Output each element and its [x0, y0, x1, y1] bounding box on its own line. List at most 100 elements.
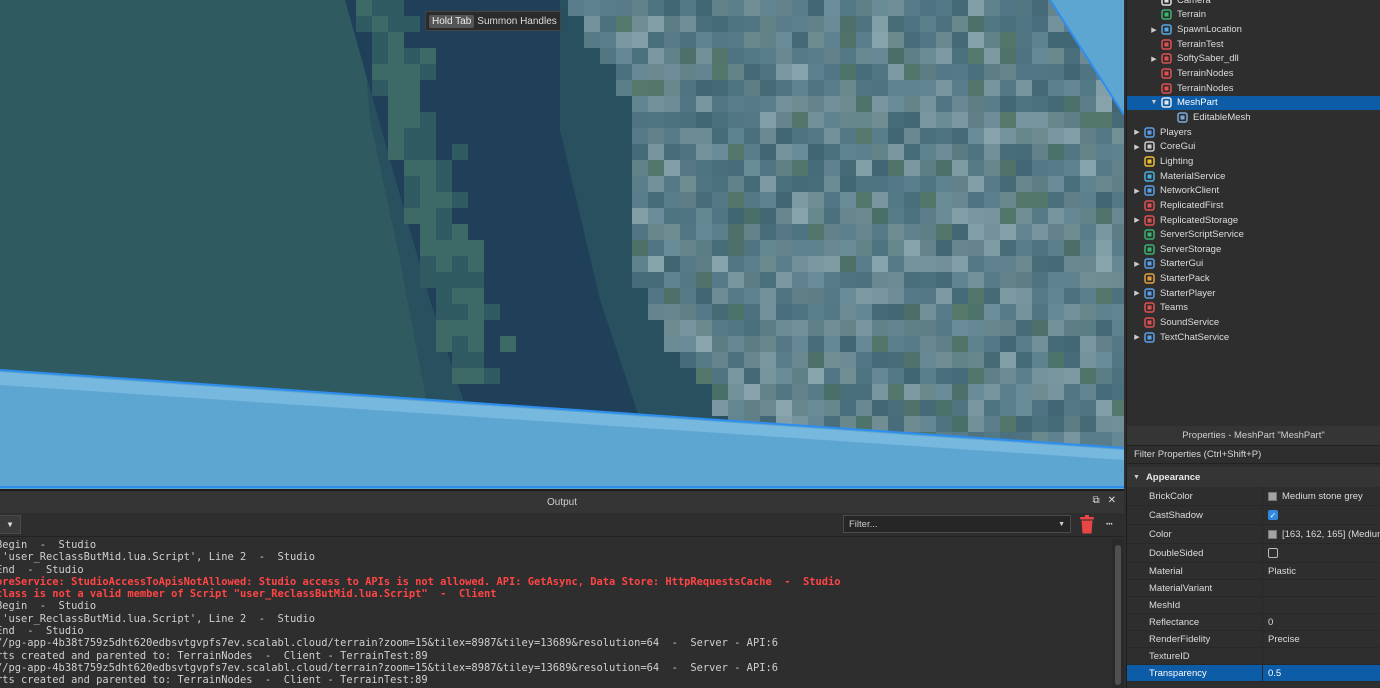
property-name: MeshId: [1127, 597, 1263, 613]
explorer-item-soundservice[interactable]: SoundService: [1127, 315, 1380, 330]
property-value[interactable]: [1263, 544, 1380, 562]
chevron-down-icon[interactable]: ▼: [1133, 474, 1140, 481]
property-value[interactable]: [163, 162, 165] (Medium: [1263, 525, 1380, 543]
explorer-item-spawnlocation[interactable]: ▶ SpawnLocation: [1127, 22, 1380, 37]
explorer-item-label: TerrainNodes: [1177, 82, 1234, 94]
server-script-service-icon: [1144, 229, 1155, 240]
explorer-item-replicatedstorage[interactable]: ▶ ReplicatedStorage: [1127, 213, 1380, 228]
chevron-right-icon[interactable]: ▶: [1132, 143, 1142, 151]
log-line[interactable]: End - Studio: [0, 564, 1110, 576]
error-log-line[interactable]: class is not a valid member of Script "u…: [0, 588, 1110, 600]
module-script-icon: [1161, 53, 1172, 65]
explorer-item-terrain[interactable]: Terrain: [1127, 8, 1380, 23]
explorer-item-teams[interactable]: Teams: [1127, 301, 1380, 316]
explorer-item-coregui[interactable]: ▶ CoreGui: [1127, 140, 1380, 155]
property-row-brickcolor[interactable]: BrickColor Medium stone grey: [1127, 487, 1380, 506]
explorer-item-textchatservice[interactable]: ▶ TextChatService: [1127, 330, 1380, 345]
output-title: Output: [546, 496, 578, 508]
explorer-item-label: TerrainNodes: [1177, 68, 1234, 80]
explorer-item-editablemesh[interactable]: EditableMesh: [1127, 110, 1380, 125]
error-log-line[interactable]: oreService: StudioAccessToApisNotAllowed…: [0, 576, 1110, 588]
property-name: BrickColor: [1127, 487, 1263, 505]
log-line[interactable]: Begin - Studio: [0, 539, 1110, 551]
players-icon: [1144, 126, 1155, 138]
property-value[interactable]: 0: [1263, 614, 1380, 630]
property-row-material[interactable]: Material Plastic: [1127, 563, 1380, 580]
explorer-item-materialservice[interactable]: MaterialService: [1127, 169, 1380, 184]
explorer-item-label: ServerStorage: [1160, 243, 1222, 255]
chevron-right-icon[interactable]: ▶: [1149, 55, 1159, 63]
log-line[interactable]: //pg-app-4b38t759z5dht620edbsvtgvpfs7ev.…: [0, 662, 1110, 674]
clear-output-trash-icon[interactable]: [1079, 515, 1095, 534]
explorer-item-starterpack[interactable]: StarterPack: [1127, 271, 1380, 286]
checkbox[interactable]: ✓: [1268, 510, 1278, 520]
log-line[interactable]: rts created and parented to: TerrainNode…: [0, 674, 1110, 686]
property-value[interactable]: Precise: [1263, 631, 1380, 647]
property-row-textureid[interactable]: TextureID: [1127, 648, 1380, 665]
log-line[interactable]: rts created and parented to: TerrainNode…: [0, 650, 1110, 662]
scrollbar-thumb[interactable]: [1115, 545, 1121, 685]
color-swatch[interactable]: [1268, 491, 1277, 501]
log-line[interactable]: 'user_ReclassButMid.lua.Script', Line 2 …: [0, 551, 1110, 563]
chevron-right-icon[interactable]: ▶: [1132, 187, 1142, 195]
chevron-right-icon[interactable]: ▶: [1132, 260, 1142, 268]
properties-filter-input[interactable]: Filter Properties (Ctrl+Shift+P): [1127, 446, 1380, 464]
explorer-item-label: ServerScriptService: [1160, 229, 1244, 241]
checkbox[interactable]: [1268, 548, 1278, 558]
explorer-item-networkclient[interactable]: ▶ NetworkClient: [1127, 183, 1380, 198]
property-row-transparency[interactable]: Transparency 0.5: [1127, 665, 1380, 682]
output-scrollbar[interactable]: [1112, 539, 1124, 688]
explorer-item-terrainnodes[interactable]: TerrainNodes: [1127, 81, 1380, 96]
chevron-right-icon[interactable]: ▶: [1132, 333, 1142, 341]
chevron-right-icon[interactable]: ▶: [1132, 216, 1142, 224]
color-swatch[interactable]: [1268, 529, 1277, 539]
log-line[interactable]: Begin - Studio: [0, 600, 1110, 612]
explorer-item-terrainnodes[interactable]: TerrainNodes: [1127, 66, 1380, 81]
property-value[interactable]: 0.5: [1263, 665, 1380, 681]
section-label: Appearance: [1145, 471, 1201, 483]
chevron-down-icon[interactable]: ▼: [1058, 521, 1065, 528]
message-type-dropdown[interactable]: ▼: [0, 515, 21, 534]
explorer-item-lighting[interactable]: Lighting: [1127, 154, 1380, 169]
output-toolbar: ▼ Filter... ▼ ⋯: [0, 513, 1124, 537]
explorer-item-meshpart[interactable]: ▼ MeshPart: [1127, 95, 1380, 111]
float-window-icon[interactable]: ⧉: [1092, 495, 1099, 506]
property-row-doublesided[interactable]: DoubleSided: [1127, 544, 1380, 563]
chevron-right-icon[interactable]: ▶: [1149, 26, 1159, 34]
terrain-render[interactable]: [0, 0, 1124, 489]
more-options-icon[interactable]: ⋯: [1106, 517, 1113, 530]
property-value[interactable]: Medium stone grey: [1263, 487, 1380, 505]
log-line[interactable]: End - Studio: [0, 625, 1110, 637]
property-row-materialvariant[interactable]: MaterialVariant: [1127, 580, 1380, 597]
property-row-meshid[interactable]: MeshId: [1127, 597, 1380, 614]
chevron-right-icon[interactable]: ▶: [1132, 128, 1142, 136]
studio-window: Hold Tab Summon Handles Camera Terrain ▶ Sp…: [0, 0, 1380, 688]
explorer-item-softysaber_dll[interactable]: ▶ SoftySaber_dll: [1127, 52, 1380, 67]
chevron-down-icon[interactable]: ▼: [1149, 99, 1159, 106]
explorer-item-replicatedfirst[interactable]: ReplicatedFirst: [1127, 198, 1380, 213]
explorer-item-starterplayer[interactable]: ▶ StarterPlayer: [1127, 286, 1380, 301]
log-line[interactable]: //pg-app-4b38t759z5dht620edbsvtgvpfs7ev.…: [0, 637, 1110, 649]
property-row-color[interactable]: Color [163, 162, 165] (Medium: [1127, 525, 1380, 544]
explorer-item-startergui[interactable]: ▶ StarterGui: [1127, 257, 1380, 272]
appearance-section-header[interactable]: ▼ Appearance: [1127, 467, 1380, 487]
property-value[interactable]: [1263, 597, 1380, 613]
output-filter-input[interactable]: Filter... ▼: [843, 515, 1071, 533]
log-line[interactable]: 'user_ReclassButMid.lua.Script', Line 2 …: [0, 613, 1110, 625]
property-row-renderfidelity[interactable]: RenderFidelity Precise: [1127, 631, 1380, 648]
close-icon[interactable]: ✕: [1108, 495, 1116, 506]
explorer-item-players[interactable]: ▶ Players: [1127, 125, 1380, 140]
property-value[interactable]: ✓: [1263, 506, 1380, 524]
chevron-right-icon[interactable]: ▶: [1132, 289, 1142, 297]
property-value[interactable]: [1263, 580, 1380, 596]
explorer-item-camera[interactable]: Camera: [1127, 0, 1380, 8]
property-row-castshadow[interactable]: CastShadow ✓: [1127, 506, 1380, 525]
property-value[interactable]: Plastic: [1263, 563, 1380, 579]
3d-viewport[interactable]: Hold Tab Summon Handles: [0, 0, 1124, 489]
property-row-reflectance[interactable]: Reflectance 0: [1127, 614, 1380, 631]
explorer-item-label: EditableMesh: [1193, 111, 1251, 123]
explorer-item-serverstorage[interactable]: ServerStorage: [1127, 242, 1380, 257]
property-value[interactable]: [1263, 648, 1380, 664]
explorer-item-terraintest[interactable]: TerrainTest: [1127, 37, 1380, 52]
explorer-item-serverscriptservice[interactable]: ServerScriptService: [1127, 227, 1380, 242]
